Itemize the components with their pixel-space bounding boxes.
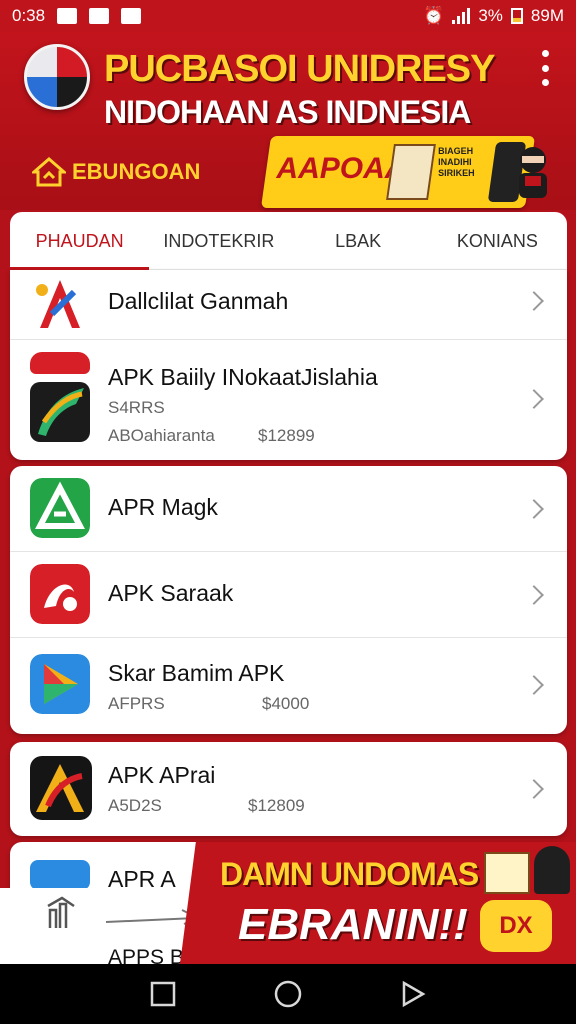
notification-icon xyxy=(121,8,142,24)
promo-title: DAMN UNDOMAS xyxy=(220,856,479,892)
banner-text: AAPOAA xyxy=(276,152,407,185)
mascot-figure-icon xyxy=(534,846,570,894)
app-name: APK APrai xyxy=(108,762,216,788)
list-item[interactable]: APR Magk xyxy=(10,466,567,552)
data-usage: 89M xyxy=(530,6,564,25)
chevron-right-icon xyxy=(524,389,544,409)
promo-headline: EBRANIN!! xyxy=(238,900,468,949)
app-price: $12899 xyxy=(258,426,315,445)
chevron-right-icon xyxy=(524,291,544,311)
app-logo-icon[interactable] xyxy=(24,44,90,110)
status-bar: 0:38 ⏰ 3% 89M xyxy=(0,0,576,32)
chevron-right-icon xyxy=(524,499,544,519)
app-icon xyxy=(30,352,90,442)
app-icon xyxy=(30,478,90,538)
list-item[interactable]: Skar Bamim APK AFPRS $4000 xyxy=(10,638,567,734)
app-name: Skar Bamim APK xyxy=(108,660,285,686)
promo-footer-banner[interactable]: DAMN UNDOMAS EBRANIN!! DX xyxy=(180,842,576,964)
tab-indotekrir[interactable]: INDOTEKRIR xyxy=(149,212,288,270)
tab-lbak[interactable]: LBAK xyxy=(289,212,428,270)
system-nav-bar xyxy=(0,964,576,1024)
status-time: 0:38 xyxy=(12,6,46,25)
app-category: A5D2S xyxy=(108,796,162,815)
category-tabs: PHAUDAN INDOTEKRIR LBAK KONIANS xyxy=(10,212,567,270)
product-box-image xyxy=(484,852,530,894)
chevron-right-icon xyxy=(524,779,544,799)
banner-tag: BIAGEH INADIHI SIRIKEH xyxy=(438,146,475,178)
app-category: S4RRS xyxy=(108,398,165,417)
brand-label[interactable]: EBUNGOAN xyxy=(32,156,200,188)
app-list-card: Dallclilat Ganmah APK Baiily INokaatJisl… xyxy=(10,270,567,460)
app-list-card: APK APrai A5D2S $12809 xyxy=(10,742,567,836)
square-icon xyxy=(150,981,175,1007)
battery-percent: 3% xyxy=(478,6,503,25)
list-item[interactable]: APK Saraak xyxy=(10,552,567,638)
product-box-image xyxy=(386,144,436,200)
signal-icon xyxy=(452,8,471,24)
battery-icon xyxy=(510,8,523,24)
house-icon xyxy=(32,157,66,187)
brand-text: EBUNGOAN xyxy=(72,159,201,184)
app-header: PUCBASOI UNIDRESY NIDOHAAN AS INDNESIA E… xyxy=(0,32,576,210)
app-icon xyxy=(30,564,90,624)
header-title: PUCBASOI UNIDRESY xyxy=(104,48,495,90)
app-icon xyxy=(30,756,92,820)
chevron-right-icon xyxy=(524,675,544,695)
chevron-right-icon xyxy=(524,585,544,605)
header-subtitle: NIDOHAAN AS INDNESIA xyxy=(104,94,471,130)
app-category: AFPRS xyxy=(108,694,165,713)
notification-icon xyxy=(89,8,110,24)
app-list-card: APR Magk APK Saraak Skar Bamim APK AFPRS… xyxy=(10,466,567,734)
app-price: $12809 xyxy=(248,796,305,815)
app-price: $4000 xyxy=(262,694,310,713)
share-icon[interactable] xyxy=(44,896,78,930)
recents-button[interactable] xyxy=(143,974,183,1014)
app-developer: ABOahiaranta xyxy=(108,426,215,445)
list-item[interactable]: Dallclilat Ganmah xyxy=(10,270,567,340)
notification-icon xyxy=(57,8,78,24)
mascot-figure-icon xyxy=(519,147,547,198)
circle-icon xyxy=(274,980,302,1008)
promo-badge: DX xyxy=(480,900,552,952)
overflow-menu-icon[interactable] xyxy=(536,50,554,86)
app-icon xyxy=(30,860,90,890)
back-button[interactable] xyxy=(393,974,433,1014)
list-item[interactable]: APK Baiily INokaatJislahia S4RRS ABOahia… xyxy=(10,340,567,460)
app-name: APK Saraak xyxy=(108,580,234,606)
app-name[interactable]: APR A xyxy=(108,866,176,893)
app-icon xyxy=(30,654,90,714)
alarm-icon: ⏰ xyxy=(423,6,445,25)
list-item[interactable]: APK APrai A5D2S $12809 xyxy=(10,742,567,836)
app-name: APR Magk xyxy=(108,494,218,520)
home-button[interactable] xyxy=(268,974,308,1014)
promo-banner[interactable]: AAPOAA BIAGEH INADIHI SIRIKEH xyxy=(260,136,536,208)
tab-konians[interactable]: KONIANS xyxy=(428,212,567,270)
app-icon xyxy=(30,274,90,334)
app-name: Dallclilat Ganmah xyxy=(108,288,289,314)
app-name: APK Baiily INokaatJislahia xyxy=(108,364,378,390)
play-triangle-icon xyxy=(403,980,426,1008)
tab-phaudan[interactable]: PHAUDAN xyxy=(10,212,150,270)
